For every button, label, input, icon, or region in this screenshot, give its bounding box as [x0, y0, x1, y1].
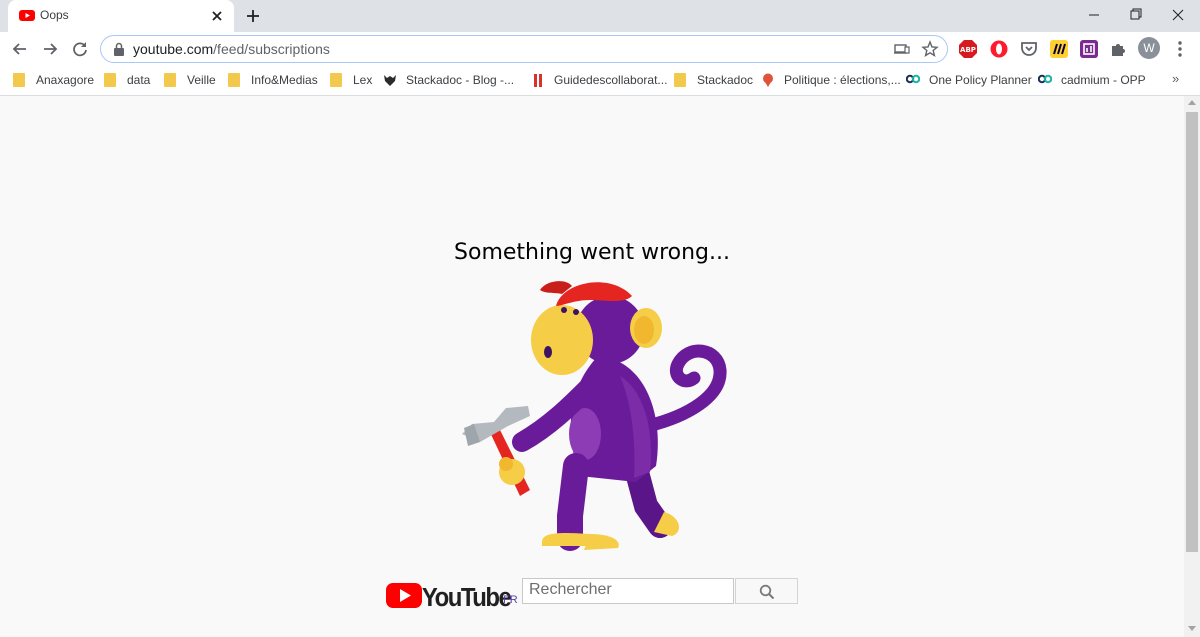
scroll-thumb[interactable] [1186, 112, 1198, 552]
folder-icon [330, 73, 342, 87]
folder-icon [164, 73, 176, 87]
lock-icon[interactable] [113, 42, 125, 56]
scroll-down-arrow-icon[interactable] [1188, 626, 1196, 631]
bookmark-label: Info&Medias [251, 73, 318, 87]
install-app-icon[interactable] [893, 40, 911, 58]
bookmark-label: data [127, 73, 151, 87]
search-button[interactable] [735, 578, 798, 604]
search-icon [759, 584, 775, 600]
star-icon[interactable] [921, 40, 939, 58]
bookmark-lex[interactable]: Lex [330, 71, 372, 89]
url-text[interactable]: youtube.com/feed/subscriptions [133, 41, 330, 57]
close-window-icon[interactable] [1156, 2, 1200, 28]
pin-icon [763, 73, 773, 87]
opp-icon [1038, 74, 1052, 84]
forward-icon[interactable] [39, 38, 61, 60]
browser-tab[interactable]: Oops [8, 0, 234, 32]
new-tab-icon[interactable] [243, 6, 263, 26]
bookmark-label: One Policy Planner [929, 73, 1032, 87]
opera-icon[interactable] [989, 39, 1009, 59]
youtube-logo[interactable]: YouTube [386, 578, 520, 612]
bookmark-label: Guidedescollaborat... [554, 73, 668, 87]
folder-icon [104, 73, 116, 87]
bookmark-anaxagore[interactable]: Anaxagore [13, 71, 94, 89]
search-box[interactable] [522, 578, 735, 604]
bookmarks-bar: Anaxagore data Veille Info&Medias Lex St… [0, 66, 1200, 96]
bookmark-label: Lex [353, 73, 373, 87]
bookmark-veille[interactable]: Veille [164, 71, 216, 89]
fox-icon [384, 75, 396, 86]
vertical-scrollbar[interactable] [1184, 96, 1200, 637]
bookmarks-overflow-button[interactable]: » [1172, 71, 1179, 86]
browser-toolbar: youtube.com/feed/subscriptions ABP W [0, 32, 1200, 66]
bookmark-data[interactable]: data [104, 71, 150, 89]
minimize-icon[interactable] [1072, 2, 1116, 28]
profile-avatar[interactable]: W [1138, 37, 1160, 59]
search-input[interactable] [523, 579, 735, 601]
tab-title: Oops [40, 8, 69, 22]
error-title: Something went wrong... [454, 240, 730, 265]
bookmark-info-medias[interactable]: Info&Medias [228, 71, 318, 89]
youtube-icon [19, 10, 35, 21]
extension-purple-icon[interactable] [1079, 39, 1099, 59]
bookmark-label: Stackadoc - Blog -... [406, 73, 515, 87]
bookmark-label: Politique : élections,... [784, 73, 901, 87]
back-icon[interactable] [9, 38, 31, 60]
svg-text:ABP: ABP [960, 46, 976, 54]
page-content: Something went wrong... YouTube FR Reche… [0, 96, 1184, 637]
abp-icon[interactable]: ABP [958, 39, 978, 59]
country-code: FR [503, 594, 518, 606]
folder-icon [674, 73, 686, 87]
address-bar[interactable]: youtube.com/feed/subscriptions [100, 35, 948, 63]
bookmark-label: Anaxagore [36, 73, 95, 87]
bookmark-cadmium-opp[interactable]: cadmium - OPP [1038, 71, 1146, 89]
bookmark-guidedescollaborat[interactable]: Guidedescollaborat... [531, 71, 667, 89]
monkey-illustration [462, 281, 727, 551]
folder-icon [228, 73, 240, 87]
close-tab-icon[interactable] [208, 7, 226, 25]
scroll-up-arrow-icon[interactable] [1188, 100, 1196, 105]
bookmark-label: Veille [187, 73, 216, 87]
tab-strip: Oops [0, 0, 1200, 32]
youtube-wordmark: YouTube [422, 583, 512, 612]
bookmark-label: Stackadoc [697, 73, 754, 87]
url-host: youtube.com [133, 41, 214, 57]
bookmark-stackadoc[interactable]: Stackadoc [674, 71, 753, 89]
opp-icon [906, 74, 920, 84]
menu-icon[interactable] [1170, 39, 1190, 59]
red-bars-icon [534, 74, 542, 87]
pocket-icon[interactable] [1019, 39, 1039, 59]
url-path: /feed/subscriptions [213, 41, 330, 57]
bookmark-politique[interactable]: Politique : élections,... [761, 71, 901, 89]
miro-icon[interactable] [1049, 39, 1069, 59]
folder-icon [13, 73, 25, 87]
bookmark-one-policy-planner[interactable]: One Policy Planner [906, 71, 1032, 89]
restore-icon[interactable] [1114, 2, 1158, 28]
bookmark-stackadoc-blog[interactable]: Stackadoc - Blog -... [383, 71, 514, 89]
puzzle-icon[interactable] [1109, 39, 1129, 59]
bookmark-label: cadmium - OPP [1061, 73, 1146, 87]
reload-icon[interactable] [69, 38, 91, 60]
